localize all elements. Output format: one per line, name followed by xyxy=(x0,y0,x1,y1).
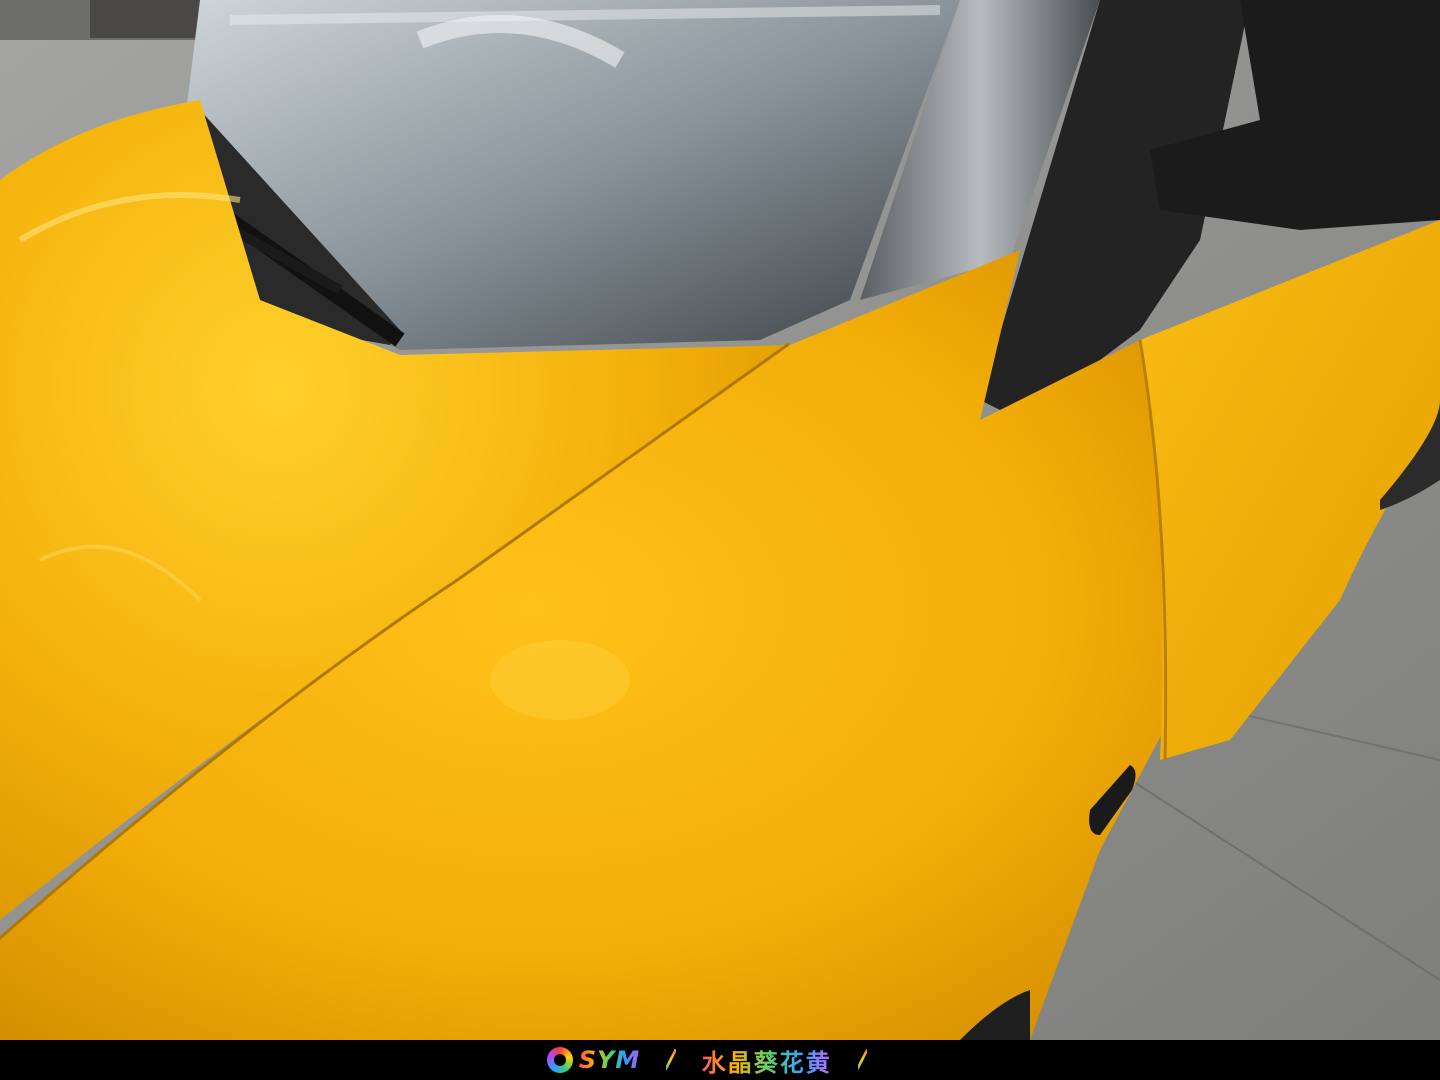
caption-trailing-separator: / xyxy=(857,1045,868,1075)
caption-content: SYM / 水晶葵花黄 / xyxy=(546,1040,894,1080)
car-photo-illustration xyxy=(0,0,1440,1040)
caption-bar: SYM / 水晶葵花黄 / xyxy=(0,1040,1440,1080)
brand-logo-text: SYM xyxy=(578,1046,641,1074)
car-photo xyxy=(0,0,1440,1040)
caption-separator: / xyxy=(666,1045,676,1075)
product-color-name: 水晶葵花黄 xyxy=(702,1043,832,1078)
sym-logo-icon xyxy=(546,1047,573,1073)
